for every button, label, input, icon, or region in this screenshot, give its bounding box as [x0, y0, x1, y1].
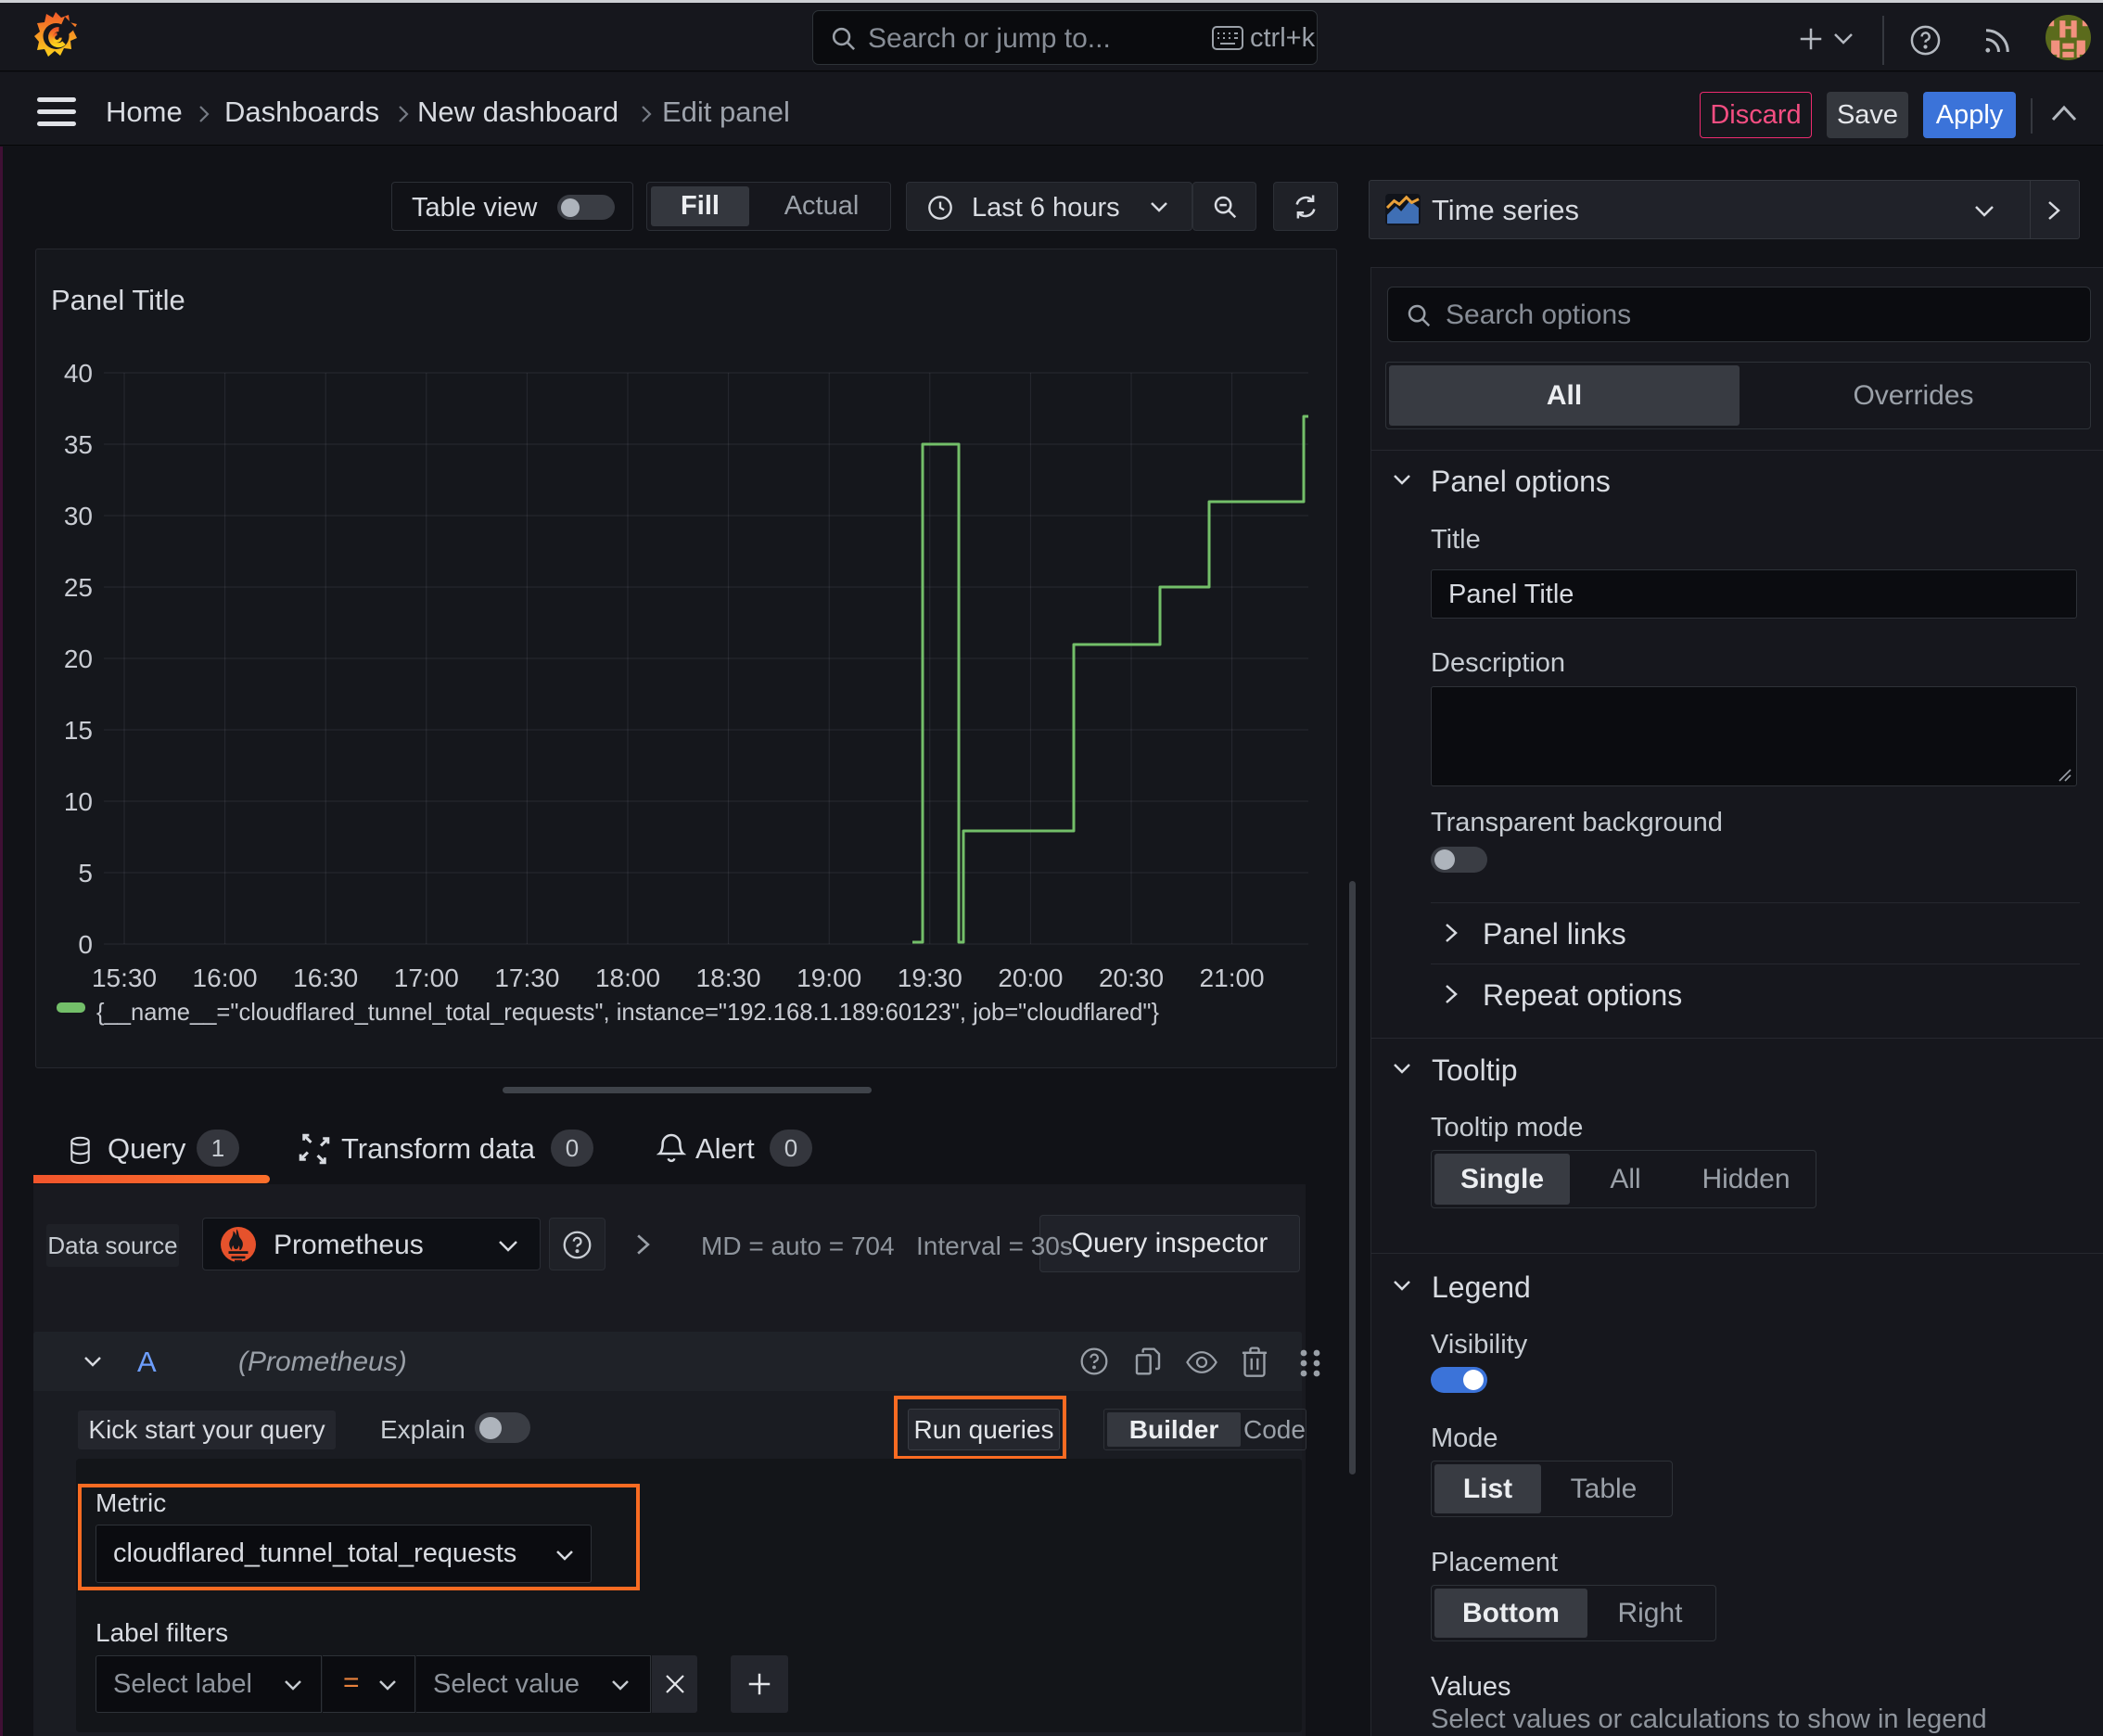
svg-text:21:00: 21:00	[1200, 964, 1265, 992]
svg-text:{__name__="cloudflared_tunnel_: {__name__="cloudflared_tunnel_total_requ…	[96, 998, 1159, 1026]
svg-text:19:30: 19:30	[898, 964, 962, 992]
svg-text:30: 30	[64, 502, 93, 530]
svg-text:17:00: 17:00	[394, 964, 459, 992]
svg-text:16:00: 16:00	[193, 964, 258, 992]
svg-text:40: 40	[64, 359, 93, 388]
svg-text:20:00: 20:00	[998, 964, 1063, 992]
svg-text:25: 25	[64, 573, 93, 602]
svg-text:5: 5	[78, 859, 93, 887]
svg-text:17:30: 17:30	[494, 964, 559, 992]
svg-text:10: 10	[64, 787, 93, 816]
svg-text:20: 20	[64, 645, 93, 673]
svg-text:15: 15	[64, 716, 93, 745]
svg-text:18:00: 18:00	[595, 964, 660, 992]
svg-text:16:30: 16:30	[293, 964, 358, 992]
svg-text:35: 35	[64, 430, 93, 459]
svg-text:18:30: 18:30	[696, 964, 761, 992]
svg-text:0: 0	[78, 930, 93, 959]
svg-text:19:00: 19:00	[797, 964, 861, 992]
svg-text:20:30: 20:30	[1099, 964, 1164, 992]
svg-text:15:30: 15:30	[92, 964, 157, 992]
